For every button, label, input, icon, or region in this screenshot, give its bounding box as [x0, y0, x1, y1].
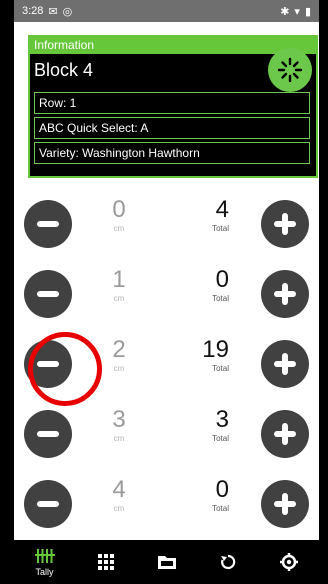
tally-row: 4 cm 0 Total — [14, 470, 319, 540]
plus-icon — [274, 353, 296, 375]
increment-button[interactable] — [261, 270, 309, 318]
nav-item-settings[interactable] — [261, 540, 317, 584]
total-label: Total — [212, 434, 229, 443]
total-value: 4 — [215, 196, 229, 223]
decrement-button[interactable] — [24, 200, 72, 248]
gear-button[interactable] — [268, 48, 312, 92]
increment-button[interactable] — [261, 200, 309, 248]
variety-info: Variety: Washington Hawthorn — [34, 142, 310, 164]
location-icon: ◎ — [62, 5, 73, 18]
minus-icon — [37, 431, 59, 437]
grid-icon — [97, 554, 114, 570]
size-unit: cm — [113, 364, 125, 373]
wifi-icon: ▾ — [294, 5, 300, 18]
block-title: Block 4 — [34, 60, 94, 80]
tally-row: 1 cm 0 Total — [14, 260, 319, 330]
nav-label-tally: Tally — [35, 567, 54, 577]
minus-icon — [37, 221, 59, 227]
tally-row: 2 cm 19 Total — [14, 330, 319, 400]
size-value: 1 — [112, 266, 126, 293]
gear-icon — [277, 57, 303, 83]
minus-icon — [37, 361, 59, 367]
nav-item-grid[interactable] — [78, 540, 134, 584]
total-value: 3 — [215, 406, 229, 433]
row-info: Row: 1 — [34, 92, 310, 114]
bluetooth-icon: ✱ — [280, 5, 290, 18]
plus-icon — [274, 493, 296, 515]
total-value: 0 — [215, 476, 229, 503]
minus-icon — [37, 291, 59, 297]
info-header: Information — [30, 37, 316, 54]
increment-button[interactable] — [261, 340, 309, 388]
size-unit: cm — [113, 434, 125, 443]
decrement-button[interactable] — [24, 340, 72, 388]
size-value: 3 — [112, 406, 126, 433]
battery-icon: ▮ — [304, 5, 311, 18]
quick-select-info: ABC Quick Select: A — [34, 117, 310, 139]
size-unit: cm — [113, 504, 125, 513]
refresh-icon — [220, 554, 235, 570]
size-unit: cm — [113, 224, 125, 233]
decrement-button[interactable] — [24, 270, 72, 318]
app-frame: 3:28 ✉ ◎ ✱ ▾ ▮ Information Block 4 Row: … — [13, 0, 320, 584]
total-label: Total — [212, 224, 229, 233]
plus-icon — [274, 423, 296, 445]
nav-item-tally[interactable]: Tally — [17, 540, 73, 584]
size-value: 4 — [112, 476, 126, 503]
total-value: 19 — [202, 336, 229, 363]
total-label: Total — [212, 364, 229, 373]
status-time: 3:28 — [22, 5, 44, 17]
notification-icon: ✉ — [48, 5, 58, 18]
size-value: 0 — [112, 196, 126, 223]
increment-button[interactable] — [261, 410, 309, 458]
nav-item-refresh[interactable] — [200, 540, 256, 584]
tally-row: 3 cm 3 Total — [14, 400, 319, 470]
size-unit: cm — [113, 294, 125, 303]
tally-list: 0 cm 4 Total 1 cm 0 Total 2 cm 19 Total … — [14, 190, 319, 540]
increment-button[interactable] — [261, 480, 309, 528]
nav-item-folder[interactable] — [139, 540, 195, 584]
settings-icon — [279, 553, 298, 571]
folder-icon — [157, 556, 176, 569]
total-label: Total — [212, 294, 229, 303]
status-bar: 3:28 ✉ ◎ ✱ ▾ ▮ — [14, 0, 319, 22]
bottom-nav: Tally — [14, 540, 319, 584]
decrement-button[interactable] — [24, 410, 72, 458]
total-label: Total — [212, 504, 229, 513]
tally-row: 0 cm 4 Total — [14, 190, 319, 260]
decrement-button[interactable] — [24, 480, 72, 528]
plus-icon — [274, 283, 296, 305]
information-panel: Information Block 4 Row: 1 ABC Quick Sel… — [28, 35, 318, 178]
size-value: 2 — [112, 336, 126, 363]
plus-icon — [274, 213, 296, 235]
minus-icon — [37, 501, 59, 507]
total-value: 0 — [215, 266, 229, 293]
tally-icon — [34, 549, 55, 563]
